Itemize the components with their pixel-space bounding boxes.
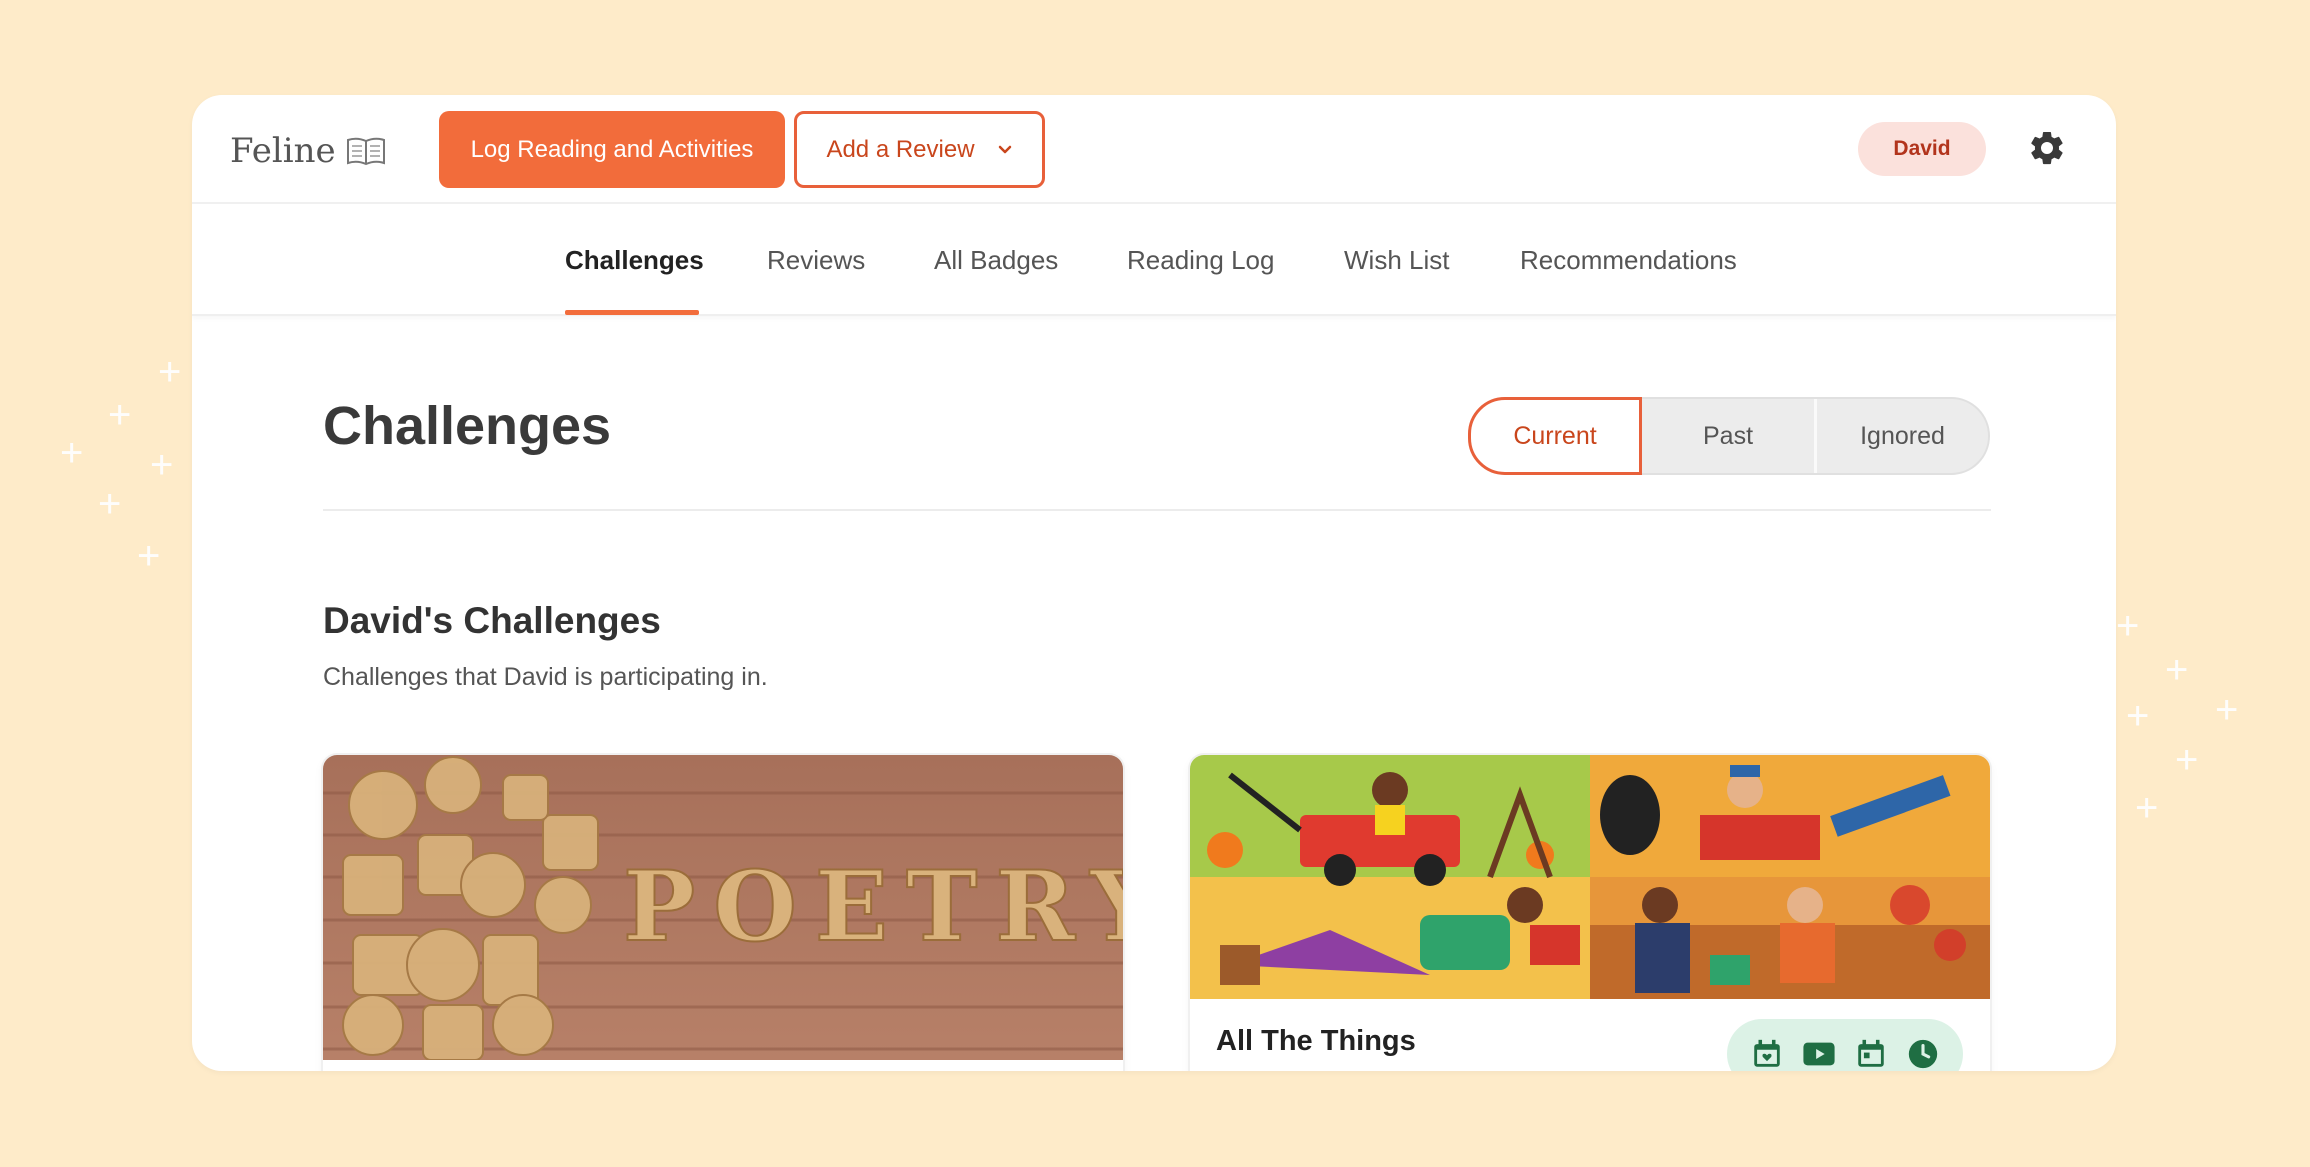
add-review-label: Add a Review bbox=[826, 135, 975, 163]
clock-icon bbox=[1908, 1039, 1938, 1069]
calendar-icon bbox=[1858, 1039, 1884, 1067]
challenge-card-all-the-things[interactable]: All The Things bbox=[1190, 755, 1990, 1071]
decor-plus-icon: + bbox=[158, 350, 182, 394]
poetry-illustration: POETRY bbox=[323, 755, 1123, 1060]
logo[interactable]: Feline bbox=[230, 131, 386, 171]
logo-text: Feline bbox=[230, 131, 336, 171]
decor-plus-icon: + bbox=[2116, 604, 2140, 648]
autumn-illustration bbox=[1190, 755, 1990, 999]
all-the-things-card-image bbox=[1190, 755, 1990, 999]
tab-wish-list[interactable]: Wish List bbox=[1344, 204, 1449, 316]
card-title: All The Things bbox=[1216, 1025, 1416, 1057]
decor-plus-icon: + bbox=[2135, 786, 2159, 830]
decor-plus-icon: + bbox=[2165, 648, 2189, 692]
decor-plus-icon: + bbox=[150, 443, 174, 487]
decor-plus-icon: + bbox=[98, 482, 122, 526]
decor-plus-icon: + bbox=[2175, 738, 2199, 782]
section-subtitle: Challenges that David is participating i… bbox=[323, 663, 768, 691]
challenge-filter: Current Past Ignored bbox=[1468, 397, 1990, 475]
decor-plus-icon: + bbox=[2215, 688, 2239, 732]
tab-all-badges[interactable]: All Badges bbox=[934, 204, 1058, 316]
chevron-down-icon bbox=[998, 145, 1011, 153]
decor-plus-icon: + bbox=[137, 534, 161, 578]
open-book-icon bbox=[346, 137, 385, 166]
challenge-card-poetry[interactable]: POETRY bbox=[323, 755, 1123, 1071]
poetry-card-image: POETRY bbox=[323, 755, 1123, 1060]
calendar-heart-icon bbox=[1754, 1039, 1780, 1067]
decor-plus-icon: + bbox=[60, 431, 84, 475]
divider bbox=[323, 509, 1991, 511]
main-nav: Challenges Reviews All Badges Reading Lo… bbox=[192, 204, 2116, 316]
decor-plus-icon: + bbox=[108, 393, 132, 437]
poetry-word-text: POETRY bbox=[623, 850, 1123, 963]
page-title: Challenges bbox=[323, 396, 612, 456]
challenge-types-badge bbox=[1727, 1019, 1963, 1071]
filter-current-button[interactable]: Current bbox=[1468, 397, 1642, 475]
video-play-icon bbox=[1803, 1042, 1835, 1066]
tab-recommendations[interactable]: Recommendations bbox=[1520, 204, 1737, 316]
settings-gear-icon[interactable] bbox=[2027, 128, 2067, 168]
app-window: Feline Log Reading and Activities Add a … bbox=[192, 95, 2116, 1071]
tab-reviews[interactable]: Reviews bbox=[767, 204, 865, 316]
filter-ignored-button[interactable]: Ignored bbox=[1817, 399, 1988, 473]
tab-challenges[interactable]: Challenges bbox=[565, 204, 704, 316]
log-reading-button[interactable]: Log Reading and Activities bbox=[439, 111, 785, 188]
section-title: David's Challenges bbox=[323, 600, 661, 641]
tab-reading-log[interactable]: Reading Log bbox=[1127, 204, 1274, 316]
filter-past-button[interactable]: Past bbox=[1642, 399, 1814, 473]
active-tab-indicator bbox=[565, 310, 699, 315]
top-bar: Feline Log Reading and Activities Add a … bbox=[192, 95, 2116, 204]
decor-plus-icon: + bbox=[2126, 694, 2150, 738]
add-review-button[interactable]: Add a Review bbox=[794, 111, 1045, 188]
user-menu-button[interactable]: David bbox=[1858, 122, 1986, 176]
